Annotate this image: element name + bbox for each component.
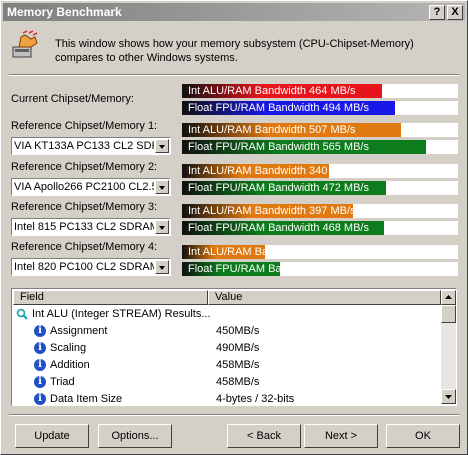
scroll-thumb[interactable] [441, 305, 456, 323]
separator [9, 74, 459, 76]
table-row[interactable]: i Data Item Size 4-bytes / 32-bits [12, 391, 440, 405]
row-field: Triad [50, 376, 75, 388]
info-icon: i [34, 325, 46, 337]
ref-1-float-text: Float FPU/RAM Bandwidth 565 MB/s [188, 141, 369, 153]
row-field: Data Item Size [50, 393, 123, 405]
reference-1-select[interactable]: VIA KT133A PC133 CL2 SDRAM [11, 137, 171, 155]
table-row[interactable]: i Triad 458MB/s [12, 374, 440, 391]
ref-3-int-bar: Int ALU/RAM Bandwidth 397 MB/s [182, 204, 458, 218]
info-icon: i [34, 359, 46, 371]
bottom-separator [9, 414, 459, 416]
row-value: 490MB/s [216, 342, 260, 354]
next-button[interactable]: Next > [304, 424, 378, 448]
ref-4-float-text: Float FPU/RAM Bandwidth 227 MB/s [188, 263, 369, 275]
reference-1-value: VIA KT133A PC133 CL2 SDRAM [14, 140, 154, 152]
search-icon [16, 308, 28, 320]
current-chipset-label: Current Chipset/Memory: [11, 93, 134, 105]
chevron-down-icon[interactable] [155, 139, 169, 153]
reference-3-value: Intel 815 PC133 CL2 SDRAM [14, 221, 154, 233]
reference-3-select[interactable]: Intel 815 PC133 CL2 SDRAM [11, 218, 171, 236]
reference-3-label: Reference Chipset/Memory 3: [11, 201, 158, 213]
current-int-text: Int ALU/RAM Bandwidth 464 MB/s [188, 85, 356, 97]
window-title: Memory Benchmark [7, 5, 122, 19]
chevron-down-icon[interactable] [155, 220, 169, 234]
ref-2-float-bar: Float FPU/RAM Bandwidth 472 MB/s [182, 181, 458, 195]
info-icon: i [34, 393, 46, 405]
row-field: Addition [50, 359, 90, 371]
column-header-value[interactable]: Value [208, 290, 441, 305]
help-button[interactable]: ? [429, 5, 445, 20]
row-field: Scaling [50, 342, 87, 354]
current-float-bar: Float FPU/RAM Bandwidth 494 MB/s [182, 101, 458, 115]
row-value: 458MB/s [216, 376, 260, 388]
current-int-bar: Int ALU/RAM Bandwidth 464 MB/s [182, 84, 458, 98]
info-icon: i [34, 342, 46, 354]
ref-4-int-text: Int ALU/RAM Bandwidth 192 MB/s [188, 246, 356, 258]
options-button[interactable]: Options... [98, 424, 172, 448]
results-list[interactable]: Field Value Int ALU (Integer STREAM) Res… [11, 288, 457, 406]
back-button[interactable]: < Back [227, 424, 301, 448]
reference-2-label: Reference Chipset/Memory 2: [11, 161, 158, 173]
reference-4-select[interactable]: Intel 820 PC100 CL2 SDRAM [11, 258, 171, 276]
ref-2-int-text: Int ALU/RAM Bandwidth 340 MB/s [188, 165, 356, 177]
benchmark-hand-icon [9, 29, 41, 61]
memory-benchmark-window: Memory Benchmark ? X This window shows h… [0, 0, 468, 455]
ref-3-int-text: Int ALU/RAM Bandwidth 397 MB/s [188, 205, 356, 217]
scroll-up-button[interactable] [441, 290, 456, 305]
ref-3-float-text: Float FPU/RAM Bandwidth 468 MB/s [188, 222, 369, 234]
column-header-field[interactable]: Field [13, 290, 208, 305]
title-bar[interactable]: Memory Benchmark ? X [3, 3, 465, 21]
row-field: Assignment [50, 325, 108, 337]
ref-2-float-text: Float FPU/RAM Bandwidth 472 MB/s [188, 182, 369, 194]
table-row[interactable]: i Addition 458MB/s [12, 357, 440, 374]
ref-3-float-bar: Float FPU/RAM Bandwidth 468 MB/s [182, 221, 458, 235]
reference-4-value: Intel 820 PC100 CL2 SDRAM [14, 261, 154, 273]
ref-1-float-bar: Float FPU/RAM Bandwidth 565 MB/s [182, 140, 458, 154]
update-button[interactable]: Update [15, 424, 89, 448]
vertical-scrollbar[interactable] [441, 290, 456, 404]
info-icon: i [34, 376, 46, 388]
reference-4-label: Reference Chipset/Memory 4: [11, 241, 158, 253]
ref-4-float-bar: Float FPU/RAM Bandwidth 227 MB/s [182, 262, 458, 276]
reference-2-value: VIA Apollo266 PC2100 CL2.5 [14, 181, 154, 193]
intro-text: This window shows how your memory subsys… [55, 38, 414, 64]
table-row[interactable]: i Assignment 450MB/s [12, 323, 440, 340]
scroll-down-button[interactable] [441, 389, 456, 404]
table-row[interactable]: Int ALU (Integer STREAM) Results... [12, 306, 440, 323]
ref-1-int-text: Int ALU/RAM Bandwidth 507 MB/s [188, 124, 356, 136]
chevron-down-icon[interactable] [155, 180, 169, 194]
reference-2-select[interactable]: VIA Apollo266 PC2100 CL2.5 [11, 178, 171, 196]
ref-1-int-bar: Int ALU/RAM Bandwidth 507 MB/s [182, 123, 458, 137]
row-value: 450MB/s [216, 325, 260, 337]
row-field: Int ALU (Integer STREAM) Results... [32, 308, 211, 320]
current-float-text: Float FPU/RAM Bandwidth 494 MB/s [188, 102, 369, 114]
row-value: 4-bytes / 32-bits [216, 393, 295, 405]
ok-button[interactable]: OK [386, 424, 460, 448]
ref-2-int-bar: Int ALU/RAM Bandwidth 340 MB/s [182, 164, 458, 178]
table-row[interactable]: i Scaling 490MB/s [12, 340, 440, 357]
reference-1-label: Reference Chipset/Memory 1: [11, 120, 158, 132]
row-value: 458MB/s [216, 359, 260, 371]
close-button[interactable]: X [447, 5, 463, 20]
ref-4-int-bar: Int ALU/RAM Bandwidth 192 MB/s [182, 245, 458, 259]
chevron-down-icon[interactable] [155, 260, 169, 274]
